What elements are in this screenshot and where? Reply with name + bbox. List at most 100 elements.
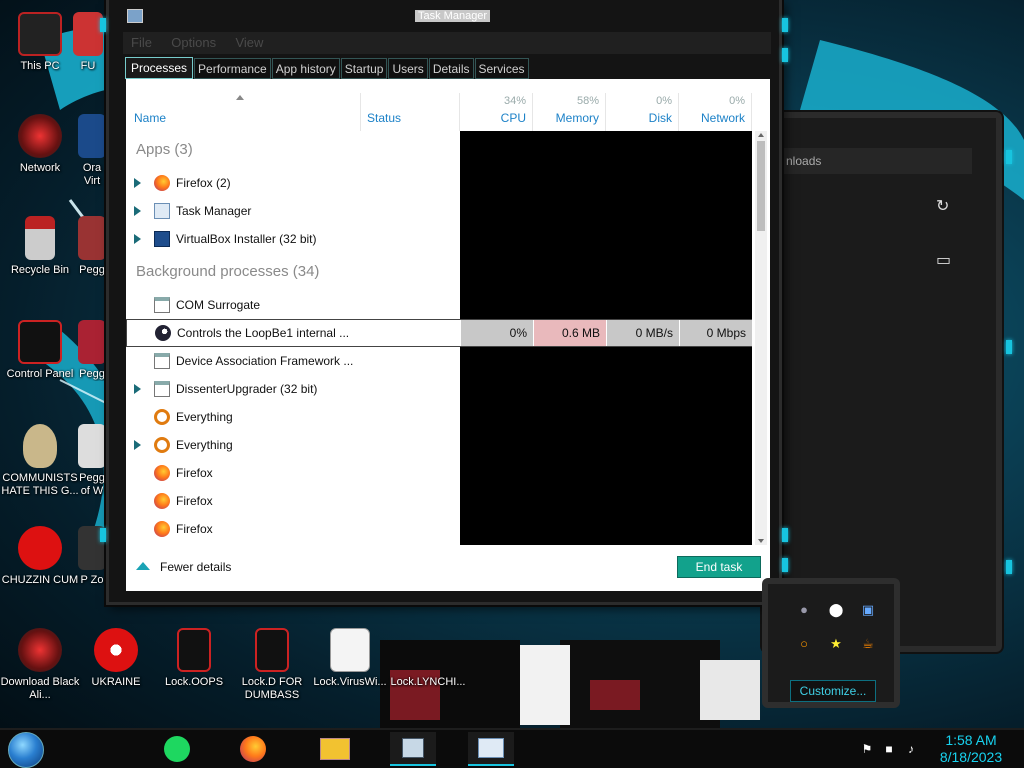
money-bag-icon xyxy=(23,424,57,468)
desktop-icon-lock-lynchi[interactable]: Lock.LYNCHI... xyxy=(388,628,468,689)
column-header-name[interactable]: Name xyxy=(126,93,361,131)
column-header-disk[interactable]: 0% Disk xyxy=(606,93,679,131)
desktop-icon-ukraine[interactable]: UKRAINE xyxy=(76,628,156,689)
tab-processes[interactable]: Processes xyxy=(125,57,194,79)
taskbar-task-manager[interactable] xyxy=(468,732,514,766)
desktop-icon-control-panel[interactable]: Control Panel xyxy=(0,320,80,381)
scroll-up-arrow-icon[interactable] xyxy=(758,133,764,137)
process-row[interactable]: Device Association Framework ... xyxy=(126,347,752,375)
firefox-icon xyxy=(154,493,170,509)
tab-startup[interactable]: Startup xyxy=(340,58,388,79)
taskbar-firefox[interactable] xyxy=(230,732,276,766)
column-label: Status xyxy=(367,111,402,125)
desktop-icon-lock-viruswi[interactable]: Lock.VirusWi... xyxy=(310,628,390,689)
tab-users[interactable]: Users xyxy=(388,58,428,79)
network-icon[interactable]: ■ xyxy=(882,742,896,756)
desktop-icon-communists[interactable]: COMMUNISTS HATE THIS G... xyxy=(0,424,80,498)
taskbar-spotify[interactable] xyxy=(154,732,200,766)
desktop-icon-label: Lock.D FOR DUMBASS xyxy=(241,676,303,701)
customize-button[interactable]: Customize... xyxy=(790,680,876,702)
column-header-network[interactable]: 0% Network xyxy=(679,93,752,131)
scroll-down-arrow-icon[interactable] xyxy=(758,539,764,543)
desktop-icon-label: Network xyxy=(19,162,61,174)
process-row[interactable]: Firefox xyxy=(126,487,752,515)
taskbar-file-explorer[interactable] xyxy=(312,732,358,766)
process-row[interactable]: DissenterUpgrader (32 bit) xyxy=(126,375,752,403)
tab-app-history[interactable]: App history xyxy=(271,58,340,79)
start-orb-icon[interactable] xyxy=(8,732,44,768)
tab-details[interactable]: Details xyxy=(428,58,474,79)
expand-arrow-icon[interactable] xyxy=(134,234,141,244)
menu-bar: File Options View xyxy=(123,32,771,54)
menu-file[interactable]: File xyxy=(131,32,152,54)
desktop-icon-recycle-bin[interactable]: Recycle Bin xyxy=(0,216,80,277)
droplet-icon[interactable]: ⬤ xyxy=(828,602,844,618)
column-label: Memory xyxy=(555,111,599,125)
taskbar-network-tool[interactable] xyxy=(390,732,436,766)
desktop-icon-label: Lock.OOPS xyxy=(164,676,224,688)
tab-services[interactable]: Services xyxy=(474,58,529,79)
desktop-icon-pegg-2[interactable]: Pegg xyxy=(76,320,108,381)
column-header-memory[interactable]: 58% Memory xyxy=(533,93,606,131)
frame-light-decoration xyxy=(782,558,788,572)
process-row-selected[interactable]: Controls the LoopBe1 internal ... 0% 0.6… xyxy=(126,319,752,347)
desktop-icon-lock-oops[interactable]: Lock.OOPS xyxy=(154,628,234,689)
frame-light-decoration xyxy=(782,528,788,542)
process-name: Firefox (2) xyxy=(176,176,231,190)
process-row[interactable]: Task Manager xyxy=(126,197,752,225)
recycle-bin-icon xyxy=(25,216,55,260)
vertical-scrollbar[interactable] xyxy=(755,131,767,545)
expand-arrow-icon[interactable] xyxy=(134,206,141,216)
folder-icon[interactable]: ▭ xyxy=(936,250,951,270)
scrollbar-thumb[interactable] xyxy=(757,141,765,231)
title-bar[interactable]: Task Manager xyxy=(109,0,779,30)
app-icon xyxy=(73,12,103,56)
star-icon[interactable]: ★ xyxy=(828,636,844,652)
firefox-icon xyxy=(154,521,170,537)
task-manager-window[interactable]: Task Manager File Options View Processes… xyxy=(106,0,782,605)
address-bar[interactable]: nloads xyxy=(782,148,972,174)
desktop-icon-lock-d[interactable]: Lock.D FOR DUMBASS xyxy=(232,628,312,702)
expand-arrow-icon[interactable] xyxy=(134,178,141,188)
expand-arrow-icon[interactable] xyxy=(134,440,141,450)
menu-view[interactable]: View xyxy=(235,32,263,54)
java-icon[interactable]: ☕ xyxy=(860,636,876,652)
process-row[interactable]: COM Surrogate xyxy=(126,291,752,319)
flag-icon[interactable]: ⚑ xyxy=(860,742,874,756)
process-name: VirtualBox Installer (32 bit) xyxy=(176,232,317,246)
volume-icon[interactable]: ♪ xyxy=(904,742,918,756)
fewer-details-link[interactable]: Fewer details xyxy=(136,560,231,574)
desktop-icon-chuzzin[interactable]: CHUZZIN CUM xyxy=(0,526,80,587)
column-header-row: Name Status 34% CPU 58% Memory 0% Disk 0… xyxy=(126,79,756,131)
desktop-icon-label: Pegg xyxy=(79,368,105,380)
desktop-icon-pegg-1[interactable]: Pegg xyxy=(76,216,108,277)
background-explorer-window[interactable]: nloads ↻ ▭ xyxy=(762,112,1002,652)
process-row[interactable]: Firefox xyxy=(126,459,752,487)
tab-performance[interactable]: Performance xyxy=(194,58,271,79)
frame-light-decoration xyxy=(100,528,106,542)
processes-panel: Name Status 34% CPU 58% Memory 0% Disk 0… xyxy=(126,79,770,545)
refresh-icon[interactable]: ↻ xyxy=(936,196,949,216)
loopbe-icon[interactable]: ● xyxy=(796,602,812,618)
process-row[interactable]: Everything xyxy=(126,431,752,459)
desktop-icon-label: Lock.LYNCHI... xyxy=(390,676,466,688)
column-total-percent: 58% xyxy=(576,95,599,107)
desktop-icon-download-black[interactable]: Download Black Ali... xyxy=(0,628,80,702)
column-header-cpu[interactable]: 34% CPU xyxy=(460,93,533,131)
everything-icon[interactable]: ○ xyxy=(796,636,812,652)
process-row[interactable]: Everything xyxy=(126,403,752,431)
process-row[interactable]: VirtualBox Installer (32 bit) xyxy=(126,225,752,253)
monitor-icon[interactable]: ▣ xyxy=(860,602,876,618)
desktop-icon-network[interactable]: Network xyxy=(0,114,80,175)
desktop-icon-pegg-3[interactable]: Pegg of W xyxy=(76,424,108,498)
frame-light-decoration xyxy=(100,18,106,32)
expand-arrow-icon[interactable] xyxy=(134,384,141,394)
process-row[interactable]: Firefox xyxy=(126,515,752,543)
clock[interactable]: 1:58 AM 8/18/2023 xyxy=(928,732,1014,766)
menu-options[interactable]: Options xyxy=(171,32,216,54)
desktop-icon-oracle-virtualbox[interactable]: Ora Virt xyxy=(76,114,108,188)
column-header-status[interactable]: Status xyxy=(361,93,460,131)
firefox-icon xyxy=(154,175,170,191)
process-row[interactable]: Firefox (2) xyxy=(126,169,752,197)
end-task-button[interactable]: End task xyxy=(677,556,761,578)
